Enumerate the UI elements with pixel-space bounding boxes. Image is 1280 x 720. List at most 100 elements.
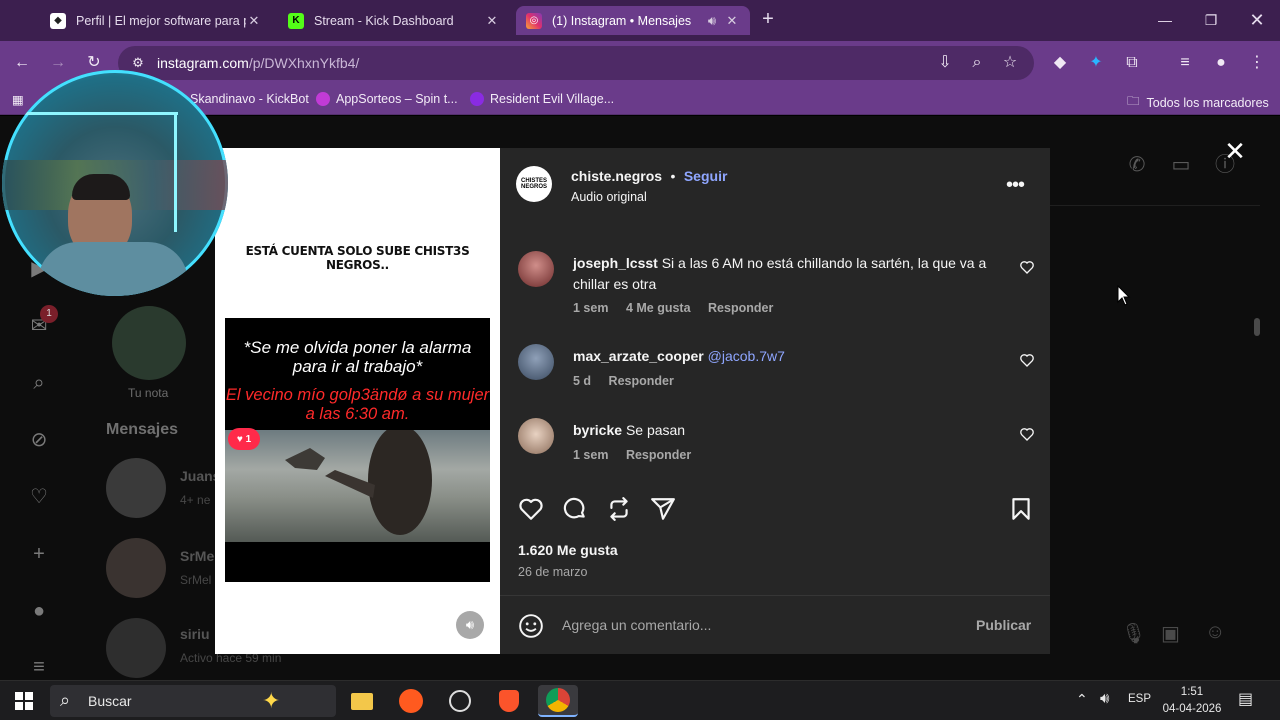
image-icon[interactable]: ▣ (1161, 621, 1180, 646)
install-app-icon[interactable]: ⇩ (933, 51, 957, 75)
author-username[interactable]: chiste.negros (571, 168, 662, 184)
more-menu-icon[interactable]: ≡ (26, 654, 52, 680)
emoji-icon[interactable] (518, 613, 544, 639)
reply-button[interactable]: Responder (626, 448, 691, 462)
obs-icon[interactable] (440, 685, 480, 717)
search-icon[interactable]: ⌕ (26, 370, 52, 396)
likes-count[interactable]: 1.620 Me gusta (518, 542, 618, 558)
conversation-name[interactable]: SrMe (180, 548, 214, 564)
share-send-icon[interactable] (650, 496, 676, 522)
clock[interactable]: 1:51 04-04-2026 (1158, 684, 1226, 718)
comment-username[interactable]: joseph_lcsst (573, 255, 658, 271)
apps-grid-icon[interactable]: ▦ (12, 92, 24, 107)
notifications-icon[interactable]: ▤ (1238, 689, 1253, 709)
reply-button[interactable]: Responder (708, 301, 773, 315)
close-tab-icon[interactable]: ✕ (246, 13, 262, 29)
start-button[interactable] (4, 685, 44, 717)
comment-likes[interactable]: 4 Me gusta (626, 301, 691, 315)
phone-call-icon[interactable]: ✆ (1124, 152, 1150, 178)
show-hidden-icons[interactable]: ⌃ (1076, 691, 1088, 708)
post-date[interactable]: 26 de marzo (518, 565, 587, 579)
explore-compass-icon[interactable]: ⊘ (26, 427, 52, 453)
comment-mention[interactable]: @jacob.7w7 (708, 348, 785, 364)
tab-instagram[interactable]: ◎ (1) Instagram • Mensajes 🔊︎ ✕ (516, 6, 750, 35)
commenter-avatar[interactable] (518, 418, 554, 454)
publish-button[interactable]: Publicar (976, 617, 1031, 633)
conversation-avatar[interactable] (106, 458, 166, 518)
like-comment-icon[interactable] (1019, 426, 1035, 442)
comment-item: joseph_lcsst Si a las 6 AM no está chill… (516, 251, 1036, 321)
forward-icon[interactable]: → (46, 51, 70, 75)
profile-icon[interactable]: ● (26, 598, 52, 624)
bookmark-star-icon[interactable]: ☆ (998, 51, 1022, 75)
extensions-puzzle-icon[interactable]: ⧉ (1120, 51, 1144, 75)
brave-browser-icon[interactable] (489, 685, 529, 717)
volume-icon[interactable]: 🔊︎ (1100, 690, 1109, 707)
restore-button[interactable]: ❐ (1188, 8, 1234, 32)
audio-label[interactable]: Audio original (571, 190, 647, 204)
menu-kebab-icon[interactable]: ⋮ (1245, 51, 1269, 75)
conversation-avatar[interactable] (106, 538, 166, 598)
reply-button[interactable]: Responder (609, 374, 674, 388)
media-controls-icon[interactable]: ≡ (1173, 51, 1197, 75)
conversation-name[interactable]: siriu (180, 626, 210, 642)
commenter-avatar[interactable] (518, 344, 554, 380)
close-tab-icon[interactable]: ✕ (724, 13, 740, 29)
page-scrollbar[interactable] (1250, 206, 1264, 680)
bookmark-appsorteos[interactable]: AppSorteos – Spin t... (316, 92, 458, 106)
bookmark-resident-evil[interactable]: Resident Evil Village... (470, 92, 614, 106)
note-avatar[interactable] (112, 306, 186, 380)
comment-username[interactable]: byricke (573, 422, 622, 438)
comment-input[interactable]: Agrega un comentario... (562, 617, 711, 633)
new-tab-button[interactable]: + (756, 8, 780, 32)
file-explorer-icon[interactable] (342, 685, 382, 717)
extension-translate-icon[interactable]: ✦ (1084, 51, 1108, 75)
author-avatar[interactable]: CHISTES NEGROS (516, 166, 552, 202)
chrome-icon[interactable] (538, 685, 578, 717)
zoom-icon[interactable]: ⌕ (965, 51, 989, 75)
tab-title: Stream - Kick Dashboard (314, 13, 454, 28)
close-modal-icon[interactable]: ✕ (1222, 138, 1248, 164)
audio-toggle-icon[interactable]: 🔊︎ (456, 611, 484, 639)
profile-avatar-icon[interactable]: ● (1209, 51, 1233, 75)
microphone-icon[interactable]: 🎙︎ (1121, 621, 1146, 646)
scrollbar-thumb[interactable] (1254, 318, 1260, 336)
back-icon[interactable]: ← (10, 51, 34, 75)
save-bookmark-icon[interactable] (1008, 496, 1034, 522)
speaker-icon[interactable]: 🔊︎ (700, 13, 724, 29)
search-icon: ⌕ (60, 690, 71, 710)
post-video[interactable]: *Se me olvida poner la alarma para ir al… (225, 318, 490, 582)
more-options-icon[interactable]: ••• (1006, 175, 1025, 195)
address-bar[interactable]: ⚙ instagram.com/p/DWXhxnYkfb4/ ⇩ ⌕ ☆ (118, 46, 1034, 80)
like-comment-icon[interactable] (1019, 352, 1035, 368)
commenter-avatar[interactable] (518, 251, 554, 287)
sticker-icon[interactable]: ☺ (1205, 621, 1225, 644)
tab-perfil[interactable]: ◆ Perfil | El mejor software para p ✕ (40, 6, 272, 35)
close-window-button[interactable]: ✕ (1234, 8, 1280, 32)
messenger-icon[interactable]: ✉ 1 (26, 305, 58, 339)
language-indicator[interactable]: ESP (1128, 693, 1151, 705)
taskbar-search[interactable]: ⌕ Buscar ✦ (50, 685, 336, 717)
like-heart-icon[interactable] (518, 496, 544, 522)
mouse-cursor-icon (1117, 285, 1131, 306)
close-tab-icon[interactable]: ✕ (484, 13, 500, 29)
copilot-sparkle-icon: ✦ (262, 688, 281, 713)
like-comment-icon[interactable] (1019, 259, 1035, 275)
video-call-icon[interactable]: ▭ (1168, 152, 1194, 178)
notifications-heart-icon[interactable]: ♡ (26, 484, 52, 510)
minimize-button[interactable]: — (1142, 8, 1188, 32)
create-plus-icon[interactable]: + (26, 541, 52, 567)
video-scene (225, 425, 490, 542)
tab-kick-dashboard[interactable]: K Stream - Kick Dashboard ✕ (278, 6, 510, 35)
repost-icon[interactable] (606, 496, 632, 522)
tab-strip: ◆ Perfil | El mejor software para p ✕ K … (0, 0, 1280, 41)
all-bookmarks[interactable]: 🗀 Todos los marcadores (1127, 92, 1269, 113)
comment-bubble-icon[interactable] (562, 496, 588, 522)
follow-button[interactable]: Seguir (684, 168, 728, 184)
comment-username[interactable]: max_arzate_cooper (573, 348, 704, 364)
streaming-app-icon[interactable] (391, 685, 431, 717)
conversation-avatar[interactable] (106, 618, 166, 678)
extension-diamond-icon[interactable]: ◆ (1048, 51, 1072, 75)
diamond-icon: ◆ (50, 12, 66, 29)
folder-icon: 🗀 (1127, 94, 1140, 108)
